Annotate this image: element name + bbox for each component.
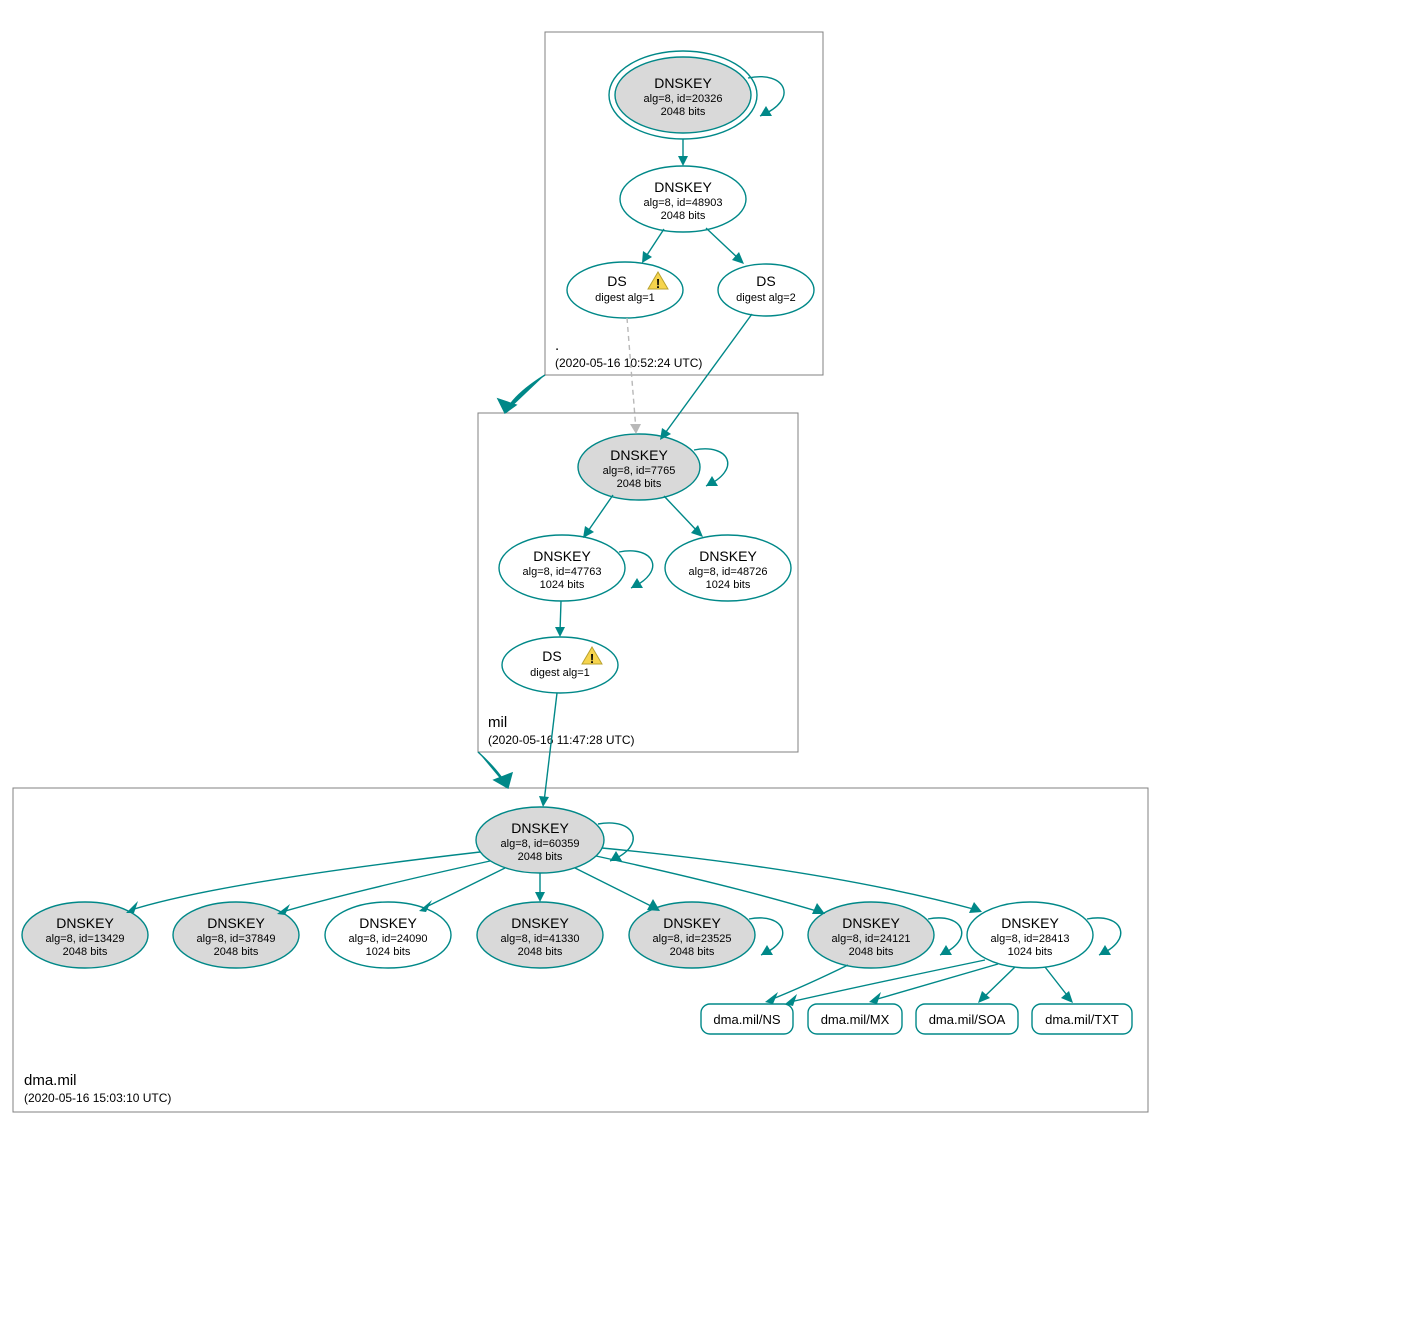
- svg-text:digest alg=2: digest alg=2: [736, 292, 796, 304]
- node-mil-zsk1: DNSKEY alg=8, id=47763 1024 bits: [499, 535, 625, 601]
- svg-text:dma.mil/TXT: dma.mil/TXT: [1045, 1012, 1119, 1027]
- node-mil-ds1: DS digest alg=1 !: [502, 637, 618, 693]
- svg-text:DNSKEY: DNSKEY: [511, 820, 569, 836]
- edge-dma-ksk-k5: [575, 868, 655, 908]
- svg-text:2048 bits: 2048 bits: [617, 478, 662, 490]
- node-root-ds2: DS digest alg=2: [718, 264, 814, 316]
- svg-text:alg=8, id=37849: alg=8, id=37849: [197, 933, 276, 945]
- svg-text:dma.mil/NS: dma.mil/NS: [713, 1012, 781, 1027]
- svg-text:!: !: [590, 651, 594, 666]
- node-root-ksk: DNSKEY alg=8, id=20326 2048 bits: [609, 51, 757, 139]
- svg-text:DNSKEY: DNSKEY: [533, 548, 591, 564]
- svg-text:DS: DS: [756, 273, 775, 289]
- edge-root-zsk-ds2: [706, 228, 740, 260]
- svg-text:DNSKEY: DNSKEY: [359, 915, 417, 931]
- svg-text:2048 bits: 2048 bits: [661, 106, 706, 118]
- node-root-ds1: DS digest alg=1 !: [567, 262, 683, 318]
- svg-text:DNSKEY: DNSKEY: [610, 447, 668, 463]
- svg-text:digest alg=1: digest alg=1: [595, 292, 655, 304]
- svg-text:alg=8, id=47763: alg=8, id=47763: [523, 566, 602, 578]
- svg-text:alg=8, id=20326: alg=8, id=20326: [644, 93, 723, 105]
- edge-k7-soa: [982, 967, 1015, 999]
- svg-text:2048 bits: 2048 bits: [518, 851, 563, 863]
- dnssec-auth-graph: . (2020-05-16 10:52:24 UTC) mil (2020-05…: [0, 0, 1408, 1320]
- svg-text:2048 bits: 2048 bits: [518, 946, 563, 958]
- zone-dma-timestamp: (2020-05-16 15:03:10 UTC): [24, 1091, 171, 1105]
- node-dma-k3: DNSKEY alg=8, id=24090 1024 bits: [325, 902, 451, 968]
- svg-text:alg=8, id=41330: alg=8, id=41330: [501, 933, 580, 945]
- svg-text:alg=8, id=60359: alg=8, id=60359: [501, 838, 580, 850]
- node-root-zsk: DNSKEY alg=8, id=48903 2048 bits: [620, 166, 746, 232]
- svg-text:1024 bits: 1024 bits: [540, 579, 585, 591]
- edge-k7-mx: [874, 964, 998, 1000]
- svg-text:alg=8, id=48726: alg=8, id=48726: [689, 566, 768, 578]
- svg-text:dma.mil/SOA: dma.mil/SOA: [929, 1012, 1006, 1027]
- svg-text:DS: DS: [607, 273, 626, 289]
- node-dma-k6: DNSKEY alg=8, id=24121 2048 bits: [808, 902, 934, 968]
- svg-text:digest alg=1: digest alg=1: [530, 667, 590, 679]
- svg-text:alg=8, id=23525: alg=8, id=23525: [653, 933, 732, 945]
- svg-text:2048 bits: 2048 bits: [63, 946, 108, 958]
- svg-text:DNSKEY: DNSKEY: [207, 915, 265, 931]
- svg-text:2048 bits: 2048 bits: [849, 946, 894, 958]
- edge-k6-ns: [770, 965, 848, 1000]
- svg-text:DNSKEY: DNSKEY: [56, 915, 114, 931]
- edge-dma-ksk-k3: [424, 868, 505, 908]
- svg-text:DNSKEY: DNSKEY: [663, 915, 721, 931]
- zone-mil-label: mil: [488, 714, 507, 731]
- svg-text:alg=8, id=24121: alg=8, id=24121: [832, 933, 911, 945]
- node-mil-ksk: DNSKEY alg=8, id=7765 2048 bits: [578, 434, 700, 500]
- edge-mil-ds1-dma-ksk: [544, 693, 557, 802]
- svg-text:alg=8, id=48903: alg=8, id=48903: [644, 197, 723, 209]
- node-dma-k5: DNSKEY alg=8, id=23525 2048 bits: [629, 902, 755, 968]
- zone-root-label: .: [555, 337, 559, 354]
- svg-text:1024 bits: 1024 bits: [706, 579, 751, 591]
- svg-text:2048 bits: 2048 bits: [661, 210, 706, 222]
- svg-text:alg=8, id=7765: alg=8, id=7765: [603, 465, 676, 477]
- edge-root-zsk-ds1: [645, 229, 664, 258]
- node-dma-k7: DNSKEY alg=8, id=28413 1024 bits: [967, 902, 1093, 968]
- svg-text:1024 bits: 1024 bits: [366, 946, 411, 958]
- svg-text:DNSKEY: DNSKEY: [511, 915, 569, 931]
- svg-text:alg=8, id=28413: alg=8, id=28413: [991, 933, 1070, 945]
- svg-text:DNSKEY: DNSKEY: [654, 179, 712, 195]
- zone-dma-label: dma.mil: [24, 1072, 77, 1089]
- svg-text:2048 bits: 2048 bits: [214, 946, 259, 958]
- svg-text:DNSKEY: DNSKEY: [654, 75, 712, 91]
- node-dma-k4: DNSKEY alg=8, id=41330 2048 bits: [477, 902, 603, 968]
- zone-root-timestamp: (2020-05-16 10:52:24 UTC): [555, 356, 702, 370]
- svg-text:dma.mil/MX: dma.mil/MX: [821, 1012, 890, 1027]
- edge-dma-ksk-k1: [131, 852, 480, 910]
- svg-text:DS: DS: [542, 648, 561, 664]
- svg-text:alg=8, id=24090: alg=8, id=24090: [349, 933, 428, 945]
- svg-text:alg=8, id=13429: alg=8, id=13429: [46, 933, 125, 945]
- zone-mil-timestamp: (2020-05-16 11:47:28 UTC): [488, 733, 635, 747]
- node-mil-zsk2: DNSKEY alg=8, id=48726 1024 bits: [665, 535, 791, 601]
- node-dma-ksk: DNSKEY alg=8, id=60359 2048 bits: [476, 807, 604, 873]
- svg-text:!: !: [656, 276, 660, 291]
- svg-text:2048 bits: 2048 bits: [670, 946, 715, 958]
- svg-text:DNSKEY: DNSKEY: [842, 915, 900, 931]
- edge-dma-ksk-k7: [602, 848, 977, 910]
- svg-text:DNSKEY: DNSKEY: [699, 548, 757, 564]
- edge-mil-ksk-zsk2: [664, 496, 699, 533]
- svg-text:1024 bits: 1024 bits: [1008, 946, 1053, 958]
- svg-text:DNSKEY: DNSKEY: [1001, 915, 1059, 931]
- edge-mil-ksk-zsk1: [586, 495, 613, 534]
